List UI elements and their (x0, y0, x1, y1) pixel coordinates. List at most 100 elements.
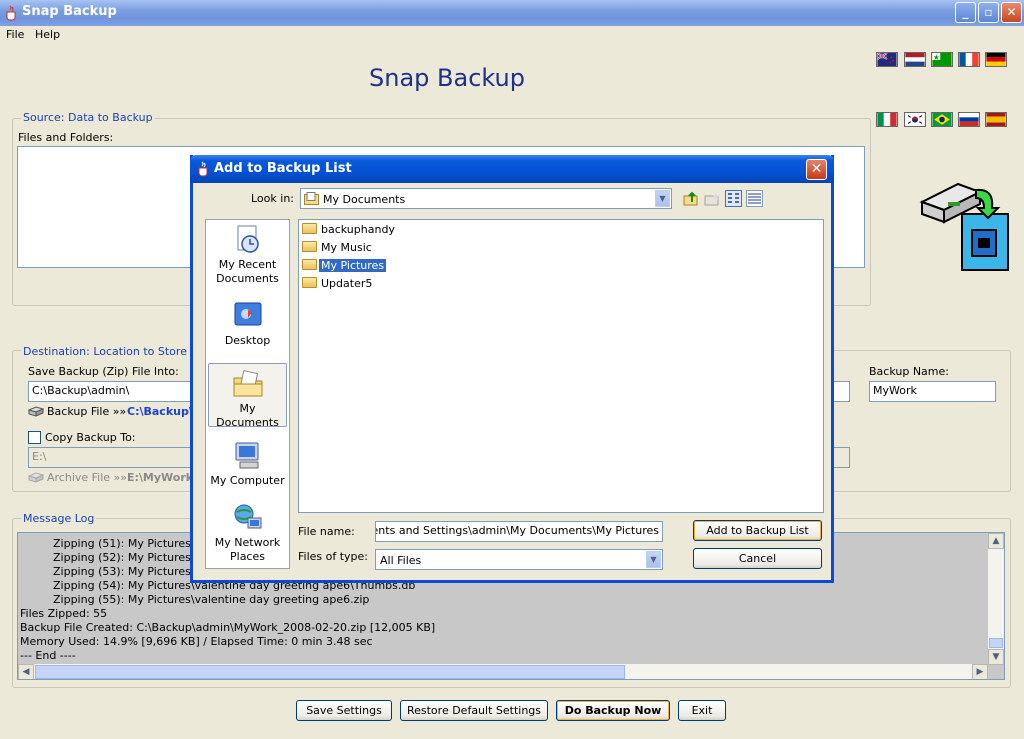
place-label: Desktop (224, 334, 271, 347)
file-item-backuphandy[interactable]: backuphandy (302, 222, 397, 238)
log-horizontal-thumb[interactable] (35, 665, 625, 679)
my-computer-icon (235, 442, 258, 469)
file-name-label: File name: (298, 525, 355, 538)
place-my-documents[interactable]: My Documents (208, 363, 287, 429)
add-to-backup-list-button[interactable]: Add to Backup List (693, 520, 822, 541)
spain-flag[interactable] (985, 112, 1007, 127)
file-name-value: Documents and Settings\admin\My Document… (376, 524, 659, 537)
log-line: Memory Used: 14.9% [9,696 KB] / Elapsed … (20, 635, 373, 648)
dialog-title-bar[interactable]: Add to Backup List ✕ (190, 155, 834, 183)
places-bar: My Recent Documents Desktop My Documents… (205, 219, 290, 569)
app-heading: Snap Backup (369, 64, 525, 92)
archive-drive-icon (28, 472, 44, 483)
look-in-combo[interactable]: My Documents ▼ (300, 188, 672, 209)
desktop-icon (234, 302, 261, 326)
italy-flag[interactable] (876, 112, 898, 127)
archive-file-label: Archive File »» (47, 471, 128, 484)
cancel-button[interactable]: Cancel (693, 548, 822, 569)
log-vertical-thumb[interactable] (989, 638, 1003, 648)
files-of-type-label: Files of type: (298, 550, 369, 563)
place-label: My Documents (216, 402, 279, 429)
exit-button[interactable]: Exit (678, 700, 726, 721)
hard-drive-icon (28, 406, 44, 417)
menu-help[interactable]: Help (35, 28, 60, 41)
restore-defaults-button[interactable]: Restore Default Settings (400, 700, 548, 721)
brazil-flag[interactable] (931, 112, 953, 127)
log-line: --- End ---- (20, 649, 76, 662)
nz-flag[interactable] (876, 52, 898, 67)
log-vertical-scrollbar[interactable]: ▲ ▼ (988, 533, 1004, 665)
dialog-close-button[interactable]: ✕ (806, 159, 827, 180)
main-title-bar[interactable]: Snap Backup _ ▫ ✕ (0, 0, 1024, 26)
my-documents-icon (233, 370, 262, 397)
file-list[interactable]: backuphandy My Music My Pictures Updater… (298, 219, 824, 513)
log-line: Backup File Created: C:\Backup\admin\MyW… (20, 621, 436, 634)
place-label: My Recent Documents (216, 258, 279, 285)
place-label: My Computer (210, 474, 285, 487)
list-view-icon[interactable] (725, 190, 742, 207)
my-documents-folder-icon (304, 192, 319, 205)
pictures-folder-icon (302, 259, 317, 270)
log-line: Zipping (53): My Pictures\va (53, 565, 208, 578)
scroll-up-icon[interactable]: ▲ (988, 533, 1004, 549)
log-line: Zipping (52): My Pictures\va (53, 551, 208, 564)
details-view-icon[interactable] (746, 190, 763, 207)
do-backup-now-button[interactable]: Do Backup Now (556, 700, 670, 721)
backup-name-label: Backup Name: (869, 365, 949, 378)
place-my-computer[interactable]: My Computer (208, 440, 287, 488)
files-and-folders-label: Files and Folders: (18, 131, 114, 144)
log-line: Zipping (51): My Pictures\va (53, 537, 208, 550)
file-item-updater5[interactable]: Updater5 (302, 276, 374, 292)
place-my-recent-documents[interactable]: My Recent Documents (208, 224, 287, 286)
save-into-label: Save Backup (Zip) File Into: (28, 365, 179, 378)
france-flag[interactable] (958, 52, 980, 67)
place-desktop[interactable]: Desktop (208, 300, 287, 348)
backup-name-input[interactable]: MyWork (869, 381, 996, 402)
folder-icon (302, 223, 317, 234)
netherlands-flag[interactable] (904, 52, 926, 67)
log-line: Zipping (55): My Pictures\valentine day … (53, 593, 370, 606)
network-places-icon (234, 504, 261, 529)
germany-flag[interactable] (985, 52, 1007, 67)
close-button[interactable]: ✕ (1001, 2, 1022, 23)
copy-backup-checkbox[interactable] (28, 431, 41, 444)
file-name-input[interactable]: Documents and Settings\admin\My Document… (375, 521, 663, 542)
java-cup-icon (6, 5, 16, 21)
chevron-down-icon[interactable]: ▼ (655, 190, 670, 207)
menu-bar: File Help (0, 26, 1024, 44)
java-cup-icon (198, 161, 208, 177)
backup-file-path: C:\Backup\ (127, 405, 193, 418)
up-one-level-icon[interactable] (683, 190, 700, 207)
backup-file-label: Backup File »» (47, 405, 127, 418)
menu-file[interactable]: File (6, 28, 24, 41)
place-label: My Network Places (214, 536, 281, 563)
minimize-button[interactable]: _ (955, 2, 976, 23)
scroll-left-icon[interactable]: ◀ (18, 664, 34, 679)
log-horizontal-scrollbar[interactable]: ◀ ▶ (18, 664, 988, 679)
log-line: Files Zipped: 55 (20, 607, 108, 620)
recent-documents-icon (237, 225, 259, 253)
dialog-title: Add to Backup List (214, 161, 352, 176)
chevron-down-icon[interactable]: ▼ (646, 551, 661, 568)
file-item-my-music[interactable]: My Music (302, 240, 374, 256)
add-to-backup-dialog: Add to Backup List ✕ Look in: My Documen… (190, 155, 834, 583)
new-folder-icon[interactable] (704, 190, 721, 207)
archive-file-path: E:\MyWork (127, 471, 194, 484)
look-in-value: My Documents (323, 193, 406, 206)
folder-icon (302, 277, 317, 288)
maximize-button[interactable]: ▫ (978, 2, 999, 23)
message-log-title: Message Log (21, 512, 97, 525)
place-my-network-places[interactable]: My Network Places (208, 502, 287, 564)
window-title: Snap Backup (22, 4, 117, 19)
music-folder-icon (302, 241, 317, 252)
scroll-right-icon[interactable]: ▶ (972, 664, 988, 679)
files-of-type-value: All Files (380, 554, 422, 567)
save-settings-button[interactable]: Save Settings (296, 700, 392, 721)
files-of-type-combo[interactable]: All Files ▼ (375, 549, 663, 570)
russia-flag[interactable] (958, 112, 980, 127)
scroll-down-icon[interactable]: ▼ (988, 649, 1004, 665)
file-item-my-pictures[interactable]: My Pictures (302, 258, 387, 274)
look-in-label: Look in: (251, 192, 294, 205)
esperanto-flag[interactable] (931, 52, 953, 67)
korea-flag[interactable] (904, 112, 926, 127)
